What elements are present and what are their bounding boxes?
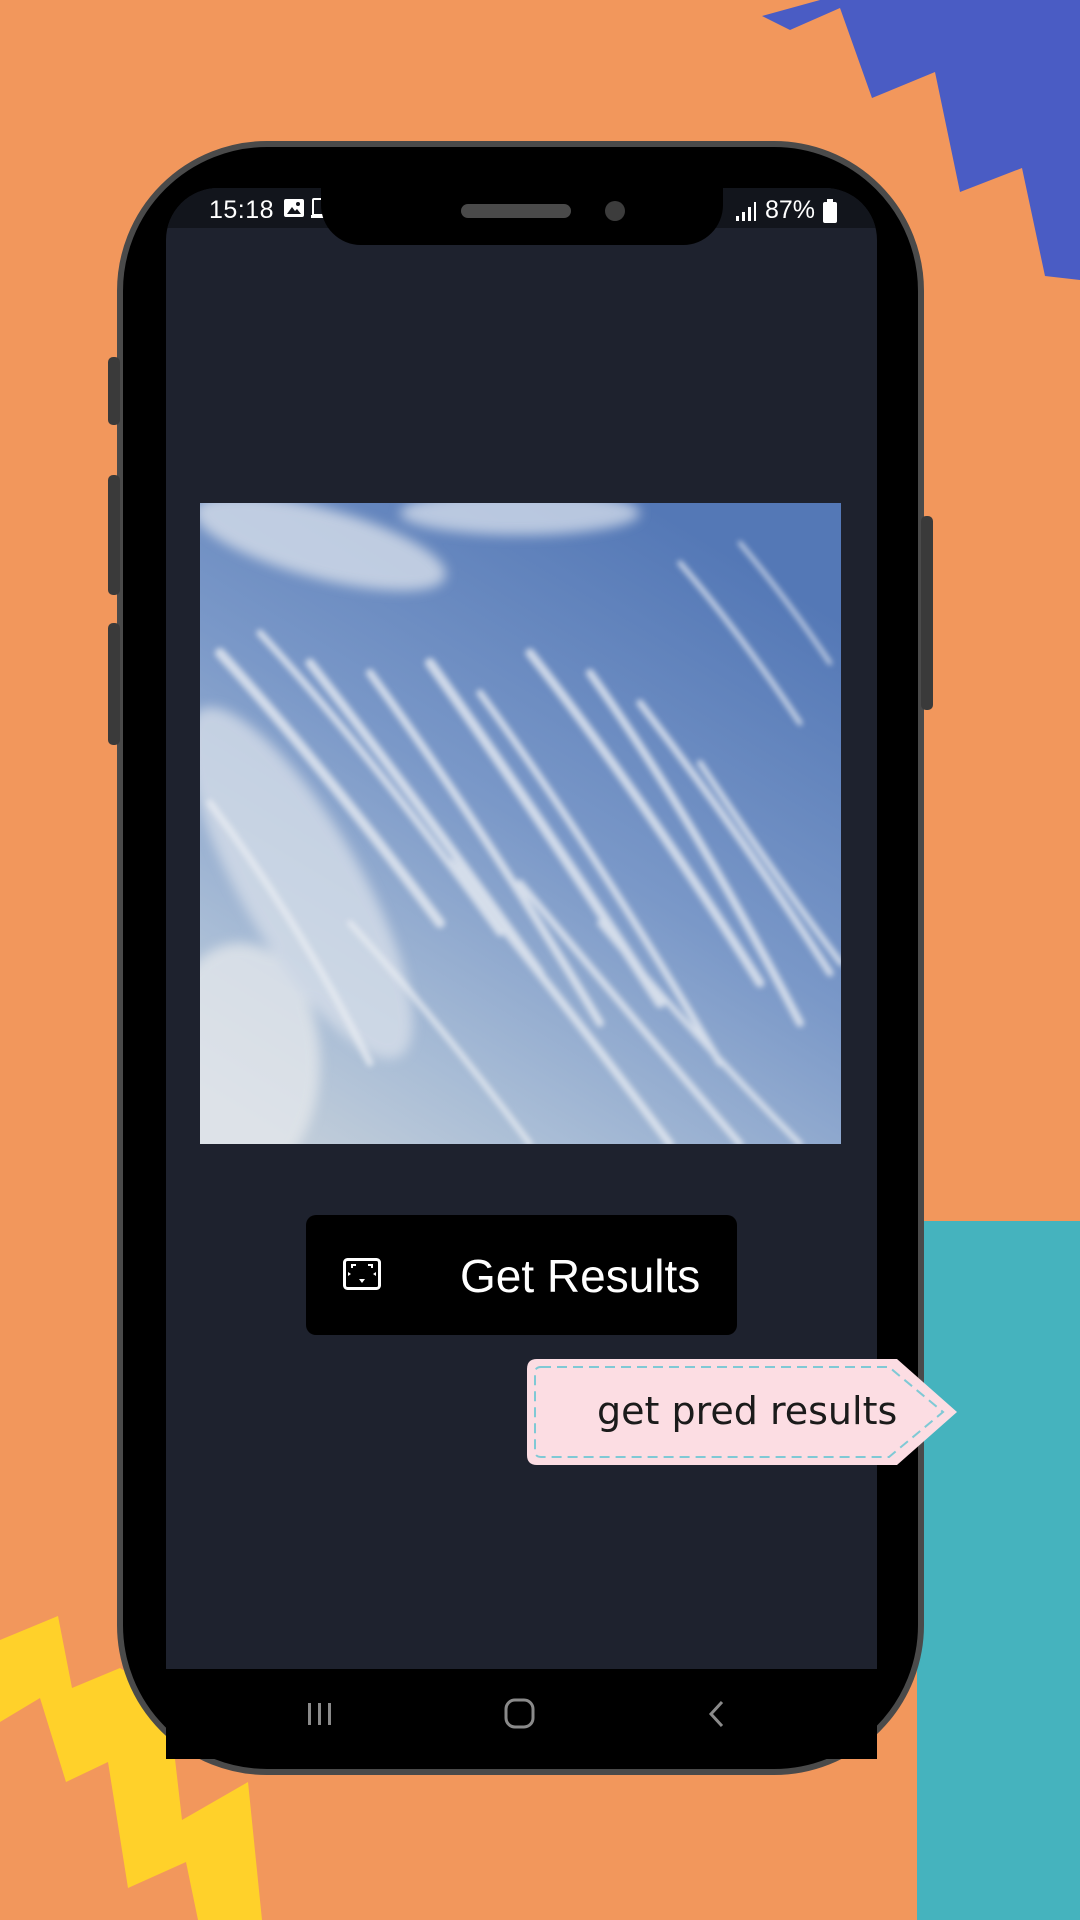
signal-icon — [735, 201, 756, 221]
status-left-icons — [283, 197, 325, 219]
phone-button-right — [921, 516, 933, 710]
tooltip-tag: get pred results — [527, 1359, 959, 1465]
navigation-bar — [166, 1669, 877, 1759]
tooltip-text: get pred results — [597, 1389, 898, 1433]
get-results-button[interactable]: Get Results — [306, 1215, 737, 1335]
sky-photo-image — [200, 503, 841, 1144]
status-time: 15:18 — [209, 196, 275, 224]
phone-button-left-2 — [108, 475, 120, 595]
sky-photo — [200, 503, 841, 1144]
recent-apps-icon[interactable] — [296, 1691, 344, 1737]
phone-button-left-1 — [108, 357, 120, 425]
back-icon[interactable] — [694, 1691, 742, 1737]
front-camera — [605, 201, 625, 221]
get-results-label: Get Results — [460, 1250, 701, 1302]
canvas-background: 15:18 E1 — [0, 0, 1080, 1920]
battery-icon — [823, 198, 837, 223]
fullscreen-icon — [343, 1258, 381, 1290]
status-right: E1 87% — [705, 196, 837, 225]
image-icon — [284, 199, 304, 217]
phone-button-left-3 — [108, 623, 120, 745]
battery-percentage: 87% — [764, 196, 815, 224]
home-icon[interactable] — [495, 1691, 543, 1737]
speaker-grille — [461, 204, 571, 218]
